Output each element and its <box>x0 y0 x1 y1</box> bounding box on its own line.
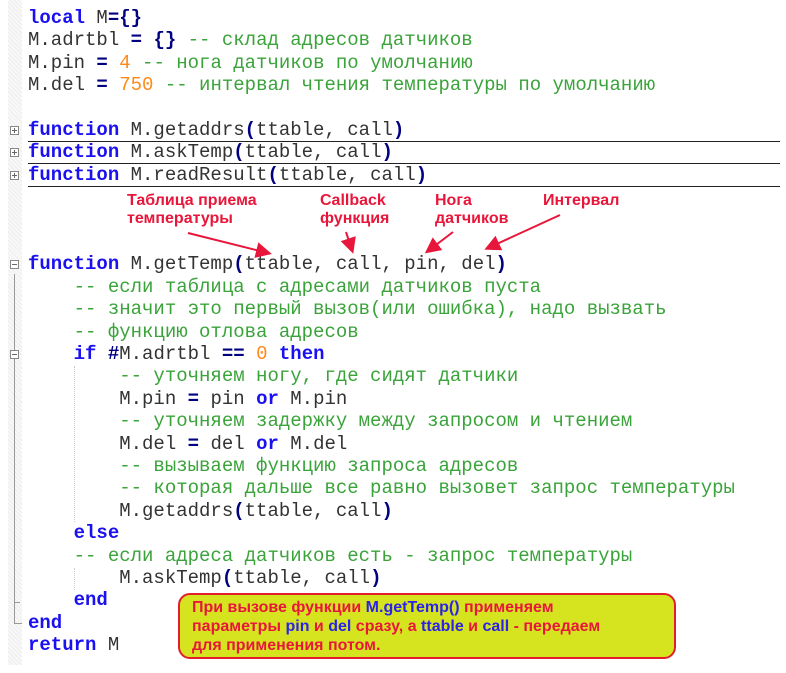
expand-fold-icon[interactable] <box>10 148 19 158</box>
callout-highlight: del <box>328 618 352 635</box>
callout-text: применяем <box>459 599 554 616</box>
arrow-pin <box>424 231 454 254</box>
callout-text: При вызове функции <box>192 599 366 616</box>
expand-fold-icon[interactable] <box>10 170 19 180</box>
callout-text: сразу, а <box>351 618 422 635</box>
callout-text: для применения потом. <box>192 637 381 654</box>
callout-highlight: call <box>482 618 510 635</box>
callout-highlight: pin <box>285 618 310 635</box>
callout-highlight: M.getTemp() <box>365 599 460 616</box>
callout-text: и <box>309 618 329 635</box>
arrow-table <box>187 232 272 258</box>
arrow-callback <box>340 231 356 254</box>
callout-text: и <box>463 618 483 635</box>
callout-text: - передаем <box>509 618 601 635</box>
expand-fold-icon[interactable] <box>10 126 19 135</box>
collapse-fold-icon[interactable] <box>10 350 19 359</box>
collapse-fold-icon[interactable] <box>10 260 19 270</box>
annotation-arrows <box>187 214 561 258</box>
callout-box: При вызове функции M.getTemp() применяем… <box>178 593 676 659</box>
callout-text: параметры <box>192 618 286 635</box>
callout-highlight: ttable <box>421 618 464 635</box>
arrow-interval <box>484 214 561 251</box>
